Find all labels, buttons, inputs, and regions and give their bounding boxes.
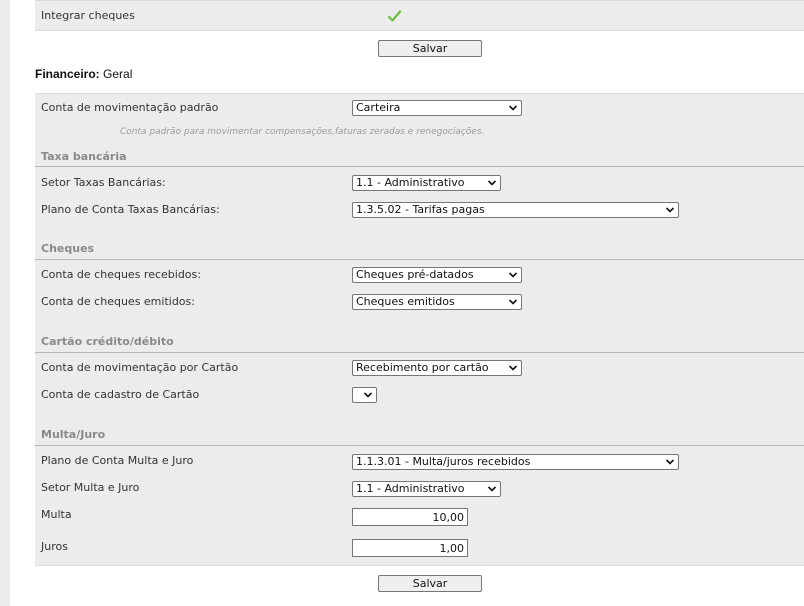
plano-taxas-label: Plano de Conta Taxas Bancárias: bbox=[41, 203, 220, 216]
section-divider bbox=[35, 445, 804, 446]
integrar-cheques-label: Integrar cheques bbox=[41, 9, 135, 22]
setor-multa-value: 1.1 - Administrativo bbox=[356, 482, 465, 495]
section-divider bbox=[35, 259, 804, 260]
conta-mov-select[interactable]: Carteira bbox=[352, 100, 522, 116]
chevron-down-icon bbox=[666, 207, 674, 213]
chevron-down-icon bbox=[488, 180, 496, 186]
cartao-mov-label: Conta de movimentação por Cartão bbox=[41, 361, 239, 374]
plano-taxas-value: 1.3.5.02 - Tarifas pagas bbox=[356, 203, 485, 216]
chevron-down-icon bbox=[509, 105, 517, 111]
setor-multa-select[interactable]: 1.1 - Administrativo bbox=[352, 481, 501, 497]
setor-taxas-label: Setor Taxas Bancárias: bbox=[41, 176, 166, 189]
chevron-down-icon bbox=[509, 272, 517, 278]
cheques-recebidos-value: Cheques pré-datados bbox=[356, 268, 474, 281]
section-divider bbox=[35, 166, 804, 167]
cheques-emitidos-label: Conta de cheques emitidos: bbox=[41, 295, 195, 308]
plano-multa-label: Plano de Conta Multa e Juro bbox=[41, 454, 194, 467]
cartao-mov-value: Recebimento por cartão bbox=[356, 361, 489, 374]
setor-taxas-select[interactable]: 1.1 - Administrativo bbox=[352, 175, 501, 191]
setor-taxas-value: 1.1 - Administrativo bbox=[356, 176, 465, 189]
page-title-rest: Geral bbox=[103, 67, 133, 81]
chevron-down-icon bbox=[488, 486, 496, 492]
section-multa-juro: Multa/Juro bbox=[41, 428, 106, 441]
save-button-bottom[interactable]: Salvar bbox=[378, 575, 482, 592]
chevron-down-icon bbox=[364, 392, 372, 398]
settings-panel: Conta de movimentação padrão Carteira Co… bbox=[35, 93, 804, 566]
setor-multa-label: Setor Multa e Juro bbox=[41, 481, 140, 494]
section-cheques: Cheques bbox=[41, 242, 95, 255]
cheques-recebidos-label: Conta de cheques recebidos: bbox=[41, 268, 201, 281]
section-taxa-bancaria: Taxa bancária bbox=[41, 150, 127, 163]
cartao-cad-label: Conta de cadastro de Cartão bbox=[41, 388, 200, 401]
chevron-down-icon bbox=[509, 299, 517, 305]
chevron-down-icon bbox=[666, 459, 674, 465]
plano-taxas-select[interactable]: 1.3.5.02 - Tarifas pagas bbox=[352, 202, 679, 218]
juros-label: Juros bbox=[41, 540, 68, 553]
multa-label: Multa bbox=[41, 508, 72, 521]
chevron-down-icon bbox=[509, 365, 517, 371]
section-cartao: Cartão crédito/débito bbox=[41, 335, 174, 348]
integrar-cheques-row: Integrar cheques bbox=[35, 0, 804, 31]
conta-mov-label: Conta de movimentação padrão bbox=[41, 101, 219, 114]
juros-input[interactable]: 1,00 bbox=[352, 539, 468, 557]
cartao-cad-select[interactable] bbox=[352, 387, 377, 403]
left-margin-strip bbox=[0, 0, 10, 606]
cartao-mov-select[interactable]: Recebimento por cartão bbox=[352, 360, 522, 376]
plano-multa-select[interactable]: 1.1.3.01 - Multa/juros recebidos bbox=[352, 454, 679, 470]
page-title: Financeiro: Geral bbox=[35, 67, 132, 81]
page-title-strong: Financeiro: bbox=[35, 67, 100, 81]
conta-mov-hint: Conta padrão para movimentar compensaçõe… bbox=[120, 127, 485, 137]
cheques-recebidos-select[interactable]: Cheques pré-datados bbox=[352, 267, 522, 283]
plano-multa-value: 1.1.3.01 - Multa/juros recebidos bbox=[356, 455, 531, 468]
conta-mov-value: Carteira bbox=[356, 101, 401, 114]
section-divider bbox=[35, 352, 804, 353]
multa-input[interactable]: 10,00 bbox=[352, 508, 468, 526]
cheques-emitidos-value: Cheques emitidos bbox=[356, 295, 455, 308]
cheques-emitidos-select[interactable]: Cheques emitidos bbox=[352, 294, 522, 310]
check-icon bbox=[388, 10, 401, 22]
save-button-top[interactable]: Salvar bbox=[378, 40, 482, 57]
